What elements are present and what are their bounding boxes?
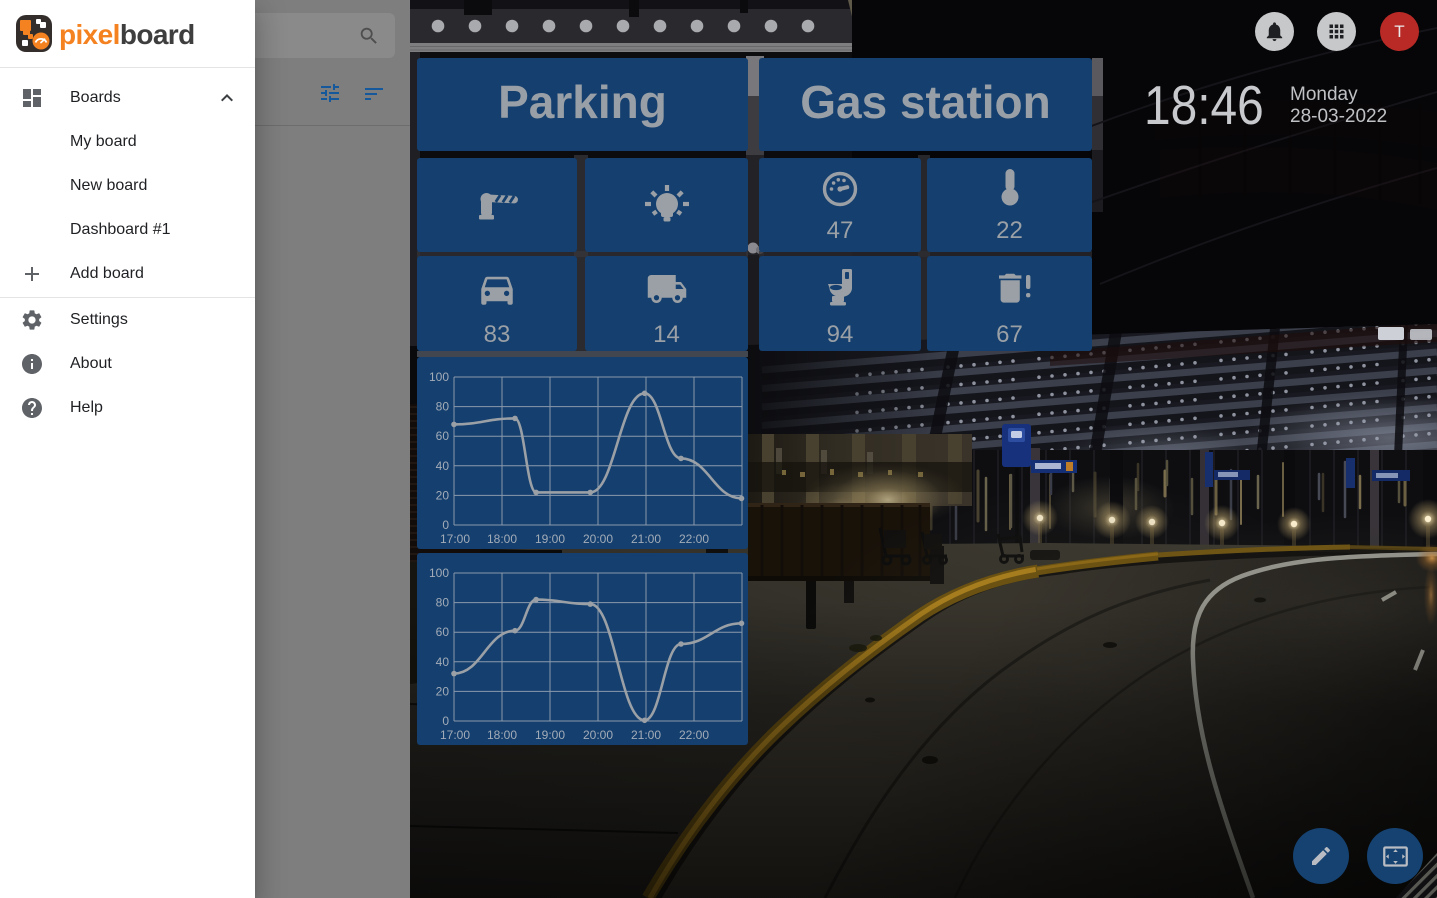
svg-text:0: 0 — [442, 714, 449, 728]
svg-text:20:00: 20:00 — [583, 728, 613, 742]
svg-text:60: 60 — [436, 429, 450, 443]
svg-text:60: 60 — [436, 625, 450, 639]
svg-text:21:00: 21:00 — [631, 532, 661, 546]
svg-text:22:00: 22:00 — [679, 532, 709, 546]
svg-text:80: 80 — [436, 596, 450, 610]
svg-text:40: 40 — [436, 459, 450, 473]
svg-text:17:00: 17:00 — [440, 728, 470, 742]
svg-text:17:00: 17:00 — [440, 532, 470, 546]
svg-text:20:00: 20:00 — [583, 532, 613, 546]
svg-text:0: 0 — [442, 518, 449, 532]
svg-text:100: 100 — [429, 566, 449, 580]
svg-text:80: 80 — [436, 400, 450, 414]
svg-text:19:00: 19:00 — [535, 532, 565, 546]
svg-text:18:00: 18:00 — [487, 728, 517, 742]
svg-text:19:00: 19:00 — [535, 728, 565, 742]
svg-text:21:00: 21:00 — [631, 728, 661, 742]
svg-text:40: 40 — [436, 655, 450, 669]
svg-text:22:00: 22:00 — [679, 728, 709, 742]
svg-text:20: 20 — [436, 684, 450, 698]
svg-text:20: 20 — [436, 488, 450, 502]
svg-text:100: 100 — [429, 370, 449, 384]
svg-text:18:00: 18:00 — [487, 532, 517, 546]
